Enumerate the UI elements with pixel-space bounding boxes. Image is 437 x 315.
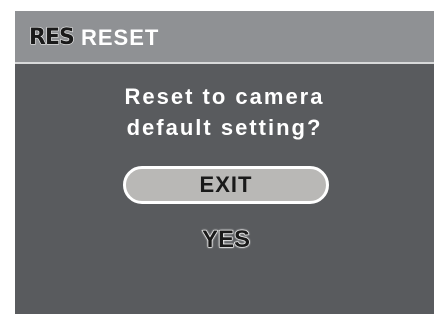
prompt-line-1: Reset to camera bbox=[124, 84, 325, 109]
title-bar: RES RESET bbox=[15, 11, 434, 64]
reset-icon: RES bbox=[29, 25, 76, 51]
reset-prompt: Reset to camera default setting? bbox=[15, 81, 434, 143]
exit-button[interactable]: EXIT bbox=[123, 166, 329, 204]
camera-menu-screen: RES RESET Reset to camera default settin… bbox=[15, 11, 434, 314]
menu-title: RESET bbox=[81, 25, 160, 50]
prompt-line-2: default setting? bbox=[126, 115, 323, 140]
yes-button[interactable]: YES bbox=[123, 223, 329, 257]
